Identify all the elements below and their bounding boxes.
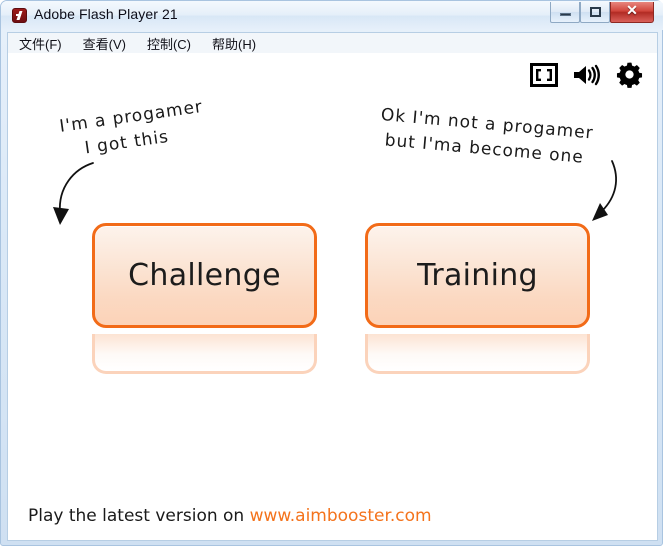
flash-stage: I'm a progamer I got this Ok I'm not a p… xyxy=(7,53,658,541)
volume-icon[interactable] xyxy=(572,63,602,87)
window-title: Adobe Flash Player 21 xyxy=(34,6,178,22)
maximize-button[interactable] xyxy=(580,2,610,23)
arrow-left-icon xyxy=(36,153,106,238)
training-button-reflection xyxy=(365,334,590,374)
menu-file[interactable]: 文件(F) xyxy=(17,33,64,54)
training-button-label: Training xyxy=(417,258,538,293)
stage-toolbar xyxy=(530,61,643,88)
menu-view[interactable]: 查看(V) xyxy=(81,33,128,54)
close-icon: ✕ xyxy=(626,4,638,19)
challenge-button-reflection xyxy=(92,334,317,374)
footer: Play the latest version on www.aimbooste… xyxy=(28,506,432,526)
minimize-button[interactable] xyxy=(550,2,580,23)
fullscreen-icon[interactable] xyxy=(530,62,558,87)
challenge-button-label: Challenge xyxy=(128,258,281,293)
gear-icon[interactable] xyxy=(616,61,643,88)
challenge-button[interactable]: Challenge xyxy=(92,223,317,328)
flash-player-window: Adobe Flash Player 21 ✕ 文件(F) 查看(V) 控制(C… xyxy=(0,0,663,546)
close-button[interactable]: ✕ xyxy=(610,2,654,23)
footer-url-link[interactable]: www.aimbooster.com xyxy=(250,506,432,526)
minimize-icon xyxy=(559,13,571,16)
training-button[interactable]: Training xyxy=(365,223,590,328)
menu-bar: 文件(F) 查看(V) 控制(C) 帮助(H) xyxy=(7,32,658,53)
flash-icon xyxy=(12,8,27,23)
note-right: Ok I'm not a progamer but I'ma become on… xyxy=(378,103,595,171)
menu-help[interactable]: 帮助(H) xyxy=(210,33,258,54)
footer-text: Play the latest version on xyxy=(28,506,245,526)
menu-control[interactable]: 控制(C) xyxy=(145,33,193,54)
title-bar[interactable]: Adobe Flash Player 21 ✕ xyxy=(1,1,663,30)
maximize-icon xyxy=(589,7,601,17)
